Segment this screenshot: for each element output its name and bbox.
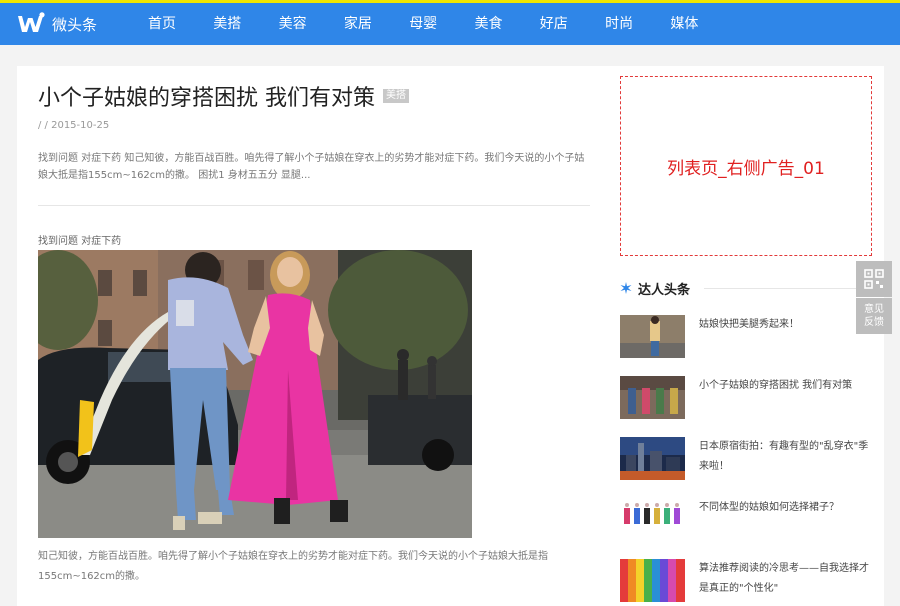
feedback-label-line1: 意见 [864,304,884,315]
sidebar-header: 达人头条 [620,279,872,298]
sidebar-list-item[interactable]: 小个子姑娘的穿搭困扰 我们有对策 [620,376,872,420]
item-title[interactable]: 日本原宿街拍：有趣有型的"乱穿衣"季来啦！ [699,437,871,477]
star-icon [620,282,632,294]
ad-text: 列表页_右侧广告_01 [667,158,825,179]
feedback-button[interactable]: 意见 反馈 [856,298,892,334]
nav-item-media[interactable]: 媒体 [670,3,735,45]
nav-item-style[interactable]: 美搭 [213,3,278,45]
nav-item-food[interactable]: 美食 [474,3,539,45]
sidebar-list-item[interactable]: 算法推荐阅读的冷思考——自我选择才是真正的"个性化" [620,559,872,603]
item-title[interactable]: 小个子姑娘的穿搭困扰 我们有对策 [699,376,871,396]
qr-code-button[interactable] [856,261,892,297]
feedback-label-line2: 反馈 [864,317,884,328]
item-thumbnail[interactable] [620,437,685,480]
item-thumbnail[interactable] [620,376,685,419]
article-title-row: 小个子姑娘的穿搭困扰 我们有对策 美搭 [38,80,409,112]
sidebar-title-rule [704,287,872,289]
nav-item-fashion[interactable]: 时尚 [605,3,670,45]
nav-item-beauty[interactable]: 美容 [279,3,344,45]
item-thumbnail[interactable] [620,498,685,541]
divider [38,205,590,206]
article-summary: 找到问题 对症下药 知己知彼，方能百战百胜。咱先得了解小个子姑娘在穿衣上的劣势才… [38,153,585,181]
nav-item-baby[interactable]: 母婴 [409,3,474,45]
logo-icon [18,12,45,32]
article-meta: / / 2015-10-25 [38,120,110,131]
article-title: 小个子姑娘的穿搭困扰 我们有对策 [38,86,375,111]
logo-text: 微头条 [52,15,98,34]
content-card: 小个子姑娘的穿搭困扰 我们有对策 美搭 / / 2015-10-25 找到问题 … [17,66,884,606]
item-thumbnail[interactable] [620,559,685,602]
sidebar-list-item[interactable]: 日本原宿街拍：有趣有型的"乱穿衣"季来啦！ [620,437,872,481]
top-nav-bar: 微头条 首页 美搭 美容 家居 母婴 美食 好店 时尚 媒体 [0,3,900,45]
main-nav: 首页 美搭 美容 家居 母婴 美食 好店 时尚 媒体 [148,3,736,45]
category-tag[interactable]: 美搭 [383,89,409,103]
item-title[interactable]: 不同体型的姑娘如何选择裙子？ [699,498,871,518]
qr-code-icon [864,269,884,289]
nav-item-shops[interactable]: 好店 [540,3,605,45]
item-thumbnail[interactable] [620,315,685,358]
item-title[interactable]: 姑娘快把美腿秀起来！ [699,315,871,335]
section-caption: 找到问题 对症下药 [38,236,122,247]
nav-item-home-decor[interactable]: 家居 [344,3,409,45]
article-photo [38,250,472,538]
article-body: 知己知彼，方能百战百胜。咱先得了解小个子姑娘在穿衣上的劣势才能对症下药。我们今天… [38,551,548,582]
sidebar-ad[interactable]: 列表页_右侧广告_01 [620,76,872,256]
nav-item-home[interactable]: 首页 [148,3,213,45]
sidebar-title: 达人头条 [638,282,691,298]
site-logo[interactable]: 微头条 [16,8,97,40]
sidebar-list-item[interactable]: 不同体型的姑娘如何选择裙子？ [620,498,872,542]
sidebar-list-item[interactable]: 姑娘快把美腿秀起来！ [620,315,872,359]
item-title[interactable]: 算法推荐阅读的冷思考——自我选择才是真正的"个性化" [699,559,871,599]
street-fashion-photo [38,250,472,538]
